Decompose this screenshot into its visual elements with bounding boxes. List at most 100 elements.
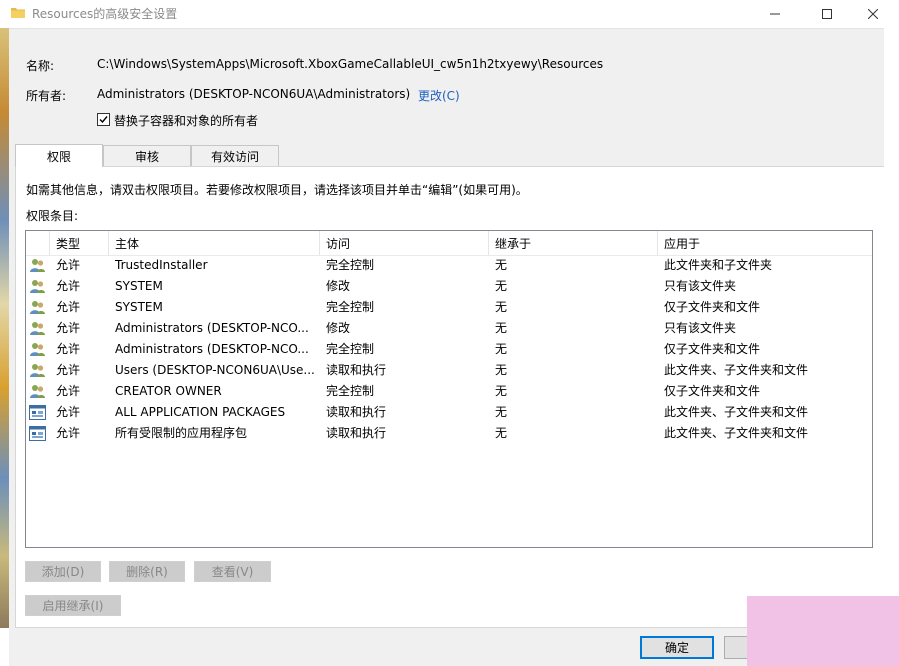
add-button[interactable]: 添加(D) xyxy=(25,561,101,582)
row-type: 允许 xyxy=(56,405,81,419)
row-applies: 此文件夹、子文件夹和文件 xyxy=(664,363,809,377)
tab-permissions-label: 权限 xyxy=(46,149,71,164)
row-applies: 仅子文件夹和文件 xyxy=(664,342,761,356)
view-button[interactable]: 查看(V) xyxy=(194,561,271,582)
column-header-applies-label: 应用于 xyxy=(664,236,701,251)
minimize-button[interactable] xyxy=(752,0,798,28)
user-group-icon xyxy=(30,322,45,335)
row-applies: 此文件夹和子文件夹 xyxy=(664,258,773,272)
row-type: 允许 xyxy=(56,300,81,314)
table-row[interactable]: 允许 Users (DESKTOP-NCON6UA\Use... 读取和执行 无… xyxy=(26,360,872,381)
table-row[interactable]: 允许 CREATOR OWNER 完全控制 无 仅子文件夹和文件 xyxy=(26,381,872,402)
table-row[interactable]: 允许 所有受限制的应用程序包 读取和执行 无 此文件夹、子文件夹和文件 xyxy=(26,423,872,444)
row-applies: 此文件夹、子文件夹和文件 xyxy=(664,426,809,440)
replace-owner-checkbox[interactable] xyxy=(97,113,110,126)
checkmark-icon xyxy=(99,116,108,124)
row-applies: 仅子文件夹和文件 xyxy=(664,300,761,314)
row-inherited: 无 xyxy=(495,363,508,377)
table-row[interactable]: 允许 SYSTEM 完全控制 无 仅子文件夹和文件 xyxy=(26,297,872,318)
row-principal: CREATOR OWNER xyxy=(115,384,222,398)
row-applies: 此文件夹、子文件夹和文件 xyxy=(664,405,809,419)
name-label: 名称: xyxy=(26,59,55,73)
entries-label: 权限条目: xyxy=(26,209,79,223)
enable-inheritance-button[interactable]: 启用继承(I) xyxy=(25,595,121,616)
row-applies: 只有该文件夹 xyxy=(664,321,737,335)
row-type: 允许 xyxy=(56,363,81,377)
row-principal: Administrators (DESKTOP-NCO... xyxy=(115,321,309,335)
row-inherited: 无 xyxy=(495,426,508,440)
row-access: 读取和执行 xyxy=(326,426,387,440)
row-access: 读取和执行 xyxy=(326,405,387,419)
column-header-inherited[interactable]: 继承于 xyxy=(489,231,658,255)
row-access: 读取和执行 xyxy=(326,363,387,377)
tab-auditing-label: 审核 xyxy=(134,149,159,164)
enable-inheritance-button-label: 启用继承(I) xyxy=(42,599,104,613)
table-row[interactable]: 允许 ALL APPLICATION PACKAGES 读取和执行 无 此文件夹… xyxy=(26,402,872,423)
close-icon xyxy=(868,9,878,19)
remove-button[interactable]: 删除(R) xyxy=(109,561,185,582)
app-package-icon xyxy=(29,426,46,441)
change-owner-link[interactable]: 更改(C) xyxy=(418,87,460,104)
row-inherited: 无 xyxy=(495,279,508,293)
row-access: 完全控制 xyxy=(326,384,375,398)
row-inherited: 无 xyxy=(495,258,508,272)
row-inherited: 无 xyxy=(495,321,508,335)
row-inherited: 无 xyxy=(495,405,508,419)
owner-value: Administrators (DESKTOP-NCON6UA\Administ… xyxy=(97,87,411,101)
column-header-icon[interactable] xyxy=(26,231,50,255)
user-group-icon xyxy=(30,343,45,356)
row-inherited: 无 xyxy=(495,342,508,356)
column-header-inherited-label: 继承于 xyxy=(495,236,532,251)
row-type: 允许 xyxy=(56,279,81,293)
user-group-icon xyxy=(30,301,45,314)
minimize-icon xyxy=(770,13,780,15)
row-access: 完全控制 xyxy=(326,342,375,356)
row-principal: Users (DESKTOP-NCON6UA\Use... xyxy=(115,363,315,377)
ok-button-label: 确定 xyxy=(664,641,689,655)
ok-button[interactable]: 确定 xyxy=(640,636,714,659)
table-row[interactable]: 允许 Administrators (DESKTOP-NCO... 修改 无 只… xyxy=(26,318,872,339)
user-group-icon xyxy=(30,364,45,377)
remove-button-label: 删除(R) xyxy=(126,565,168,579)
tab-effective-access[interactable]: 有效访问 xyxy=(191,145,279,166)
title-bar: Resources的高级安全设置 xyxy=(0,0,899,28)
row-access: 完全控制 xyxy=(326,258,375,272)
replace-owner-label[interactable]: 替换子容器和对象的所有者 xyxy=(114,112,258,129)
row-inherited: 无 xyxy=(495,300,508,314)
view-button-label: 查看(V) xyxy=(211,565,254,579)
row-principal: 所有受限制的应用程序包 xyxy=(115,426,248,440)
row-principal: Administrators (DESKTOP-NCO... xyxy=(115,342,309,356)
column-header-type-label: 类型 xyxy=(56,236,81,251)
row-principal: SYSTEM xyxy=(115,300,163,314)
column-header-applies[interactable]: 应用于 xyxy=(658,231,872,255)
column-header-access[interactable]: 访问 xyxy=(320,231,489,255)
tab-auditing[interactable]: 审核 xyxy=(103,145,191,166)
owner-label: 所有者: xyxy=(26,89,67,103)
info-text: 如需其他信息，请双击权限项目。若要修改权限项目，请选择该项目并单击“编辑”(如果… xyxy=(26,183,528,197)
table-row[interactable]: 允许 TrustedInstaller 完全控制 无 此文件夹和子文件夹 xyxy=(26,255,872,276)
column-header-principal-label: 主体 xyxy=(115,236,140,251)
user-group-icon xyxy=(30,385,45,398)
column-header-type[interactable]: 类型 xyxy=(50,231,109,255)
tab-permissions[interactable]: 权限 xyxy=(15,144,103,167)
row-type: 允许 xyxy=(56,258,81,272)
row-type: 允许 xyxy=(56,384,81,398)
row-principal: ALL APPLICATION PACKAGES xyxy=(115,405,286,419)
row-access: 修改 xyxy=(326,279,351,293)
row-type: 允许 xyxy=(56,342,81,356)
column-header-access-label: 访问 xyxy=(326,236,351,251)
row-access: 修改 xyxy=(326,321,351,335)
table-row[interactable]: 允许 SYSTEM 修改 无 只有该文件夹 xyxy=(26,276,872,297)
background-window-edge xyxy=(0,28,9,628)
tab-effective-access-label: 有效访问 xyxy=(210,149,259,164)
user-group-icon xyxy=(30,280,45,293)
app-package-icon xyxy=(29,405,46,420)
close-button[interactable] xyxy=(850,0,896,28)
add-button-label: 添加(D) xyxy=(41,565,85,579)
column-header-principal[interactable]: 主体 xyxy=(109,231,320,255)
maximize-button[interactable] xyxy=(804,0,850,28)
dialog-right-edge xyxy=(884,28,899,666)
table-row[interactable]: 允许 Administrators (DESKTOP-NCO... 完全控制 无… xyxy=(26,339,872,360)
permission-entries-list[interactable]: 类型 主体 访问 继承于 应用于 允许 TrustedInstaller 完全控… xyxy=(25,230,873,548)
folder-icon xyxy=(11,8,25,18)
